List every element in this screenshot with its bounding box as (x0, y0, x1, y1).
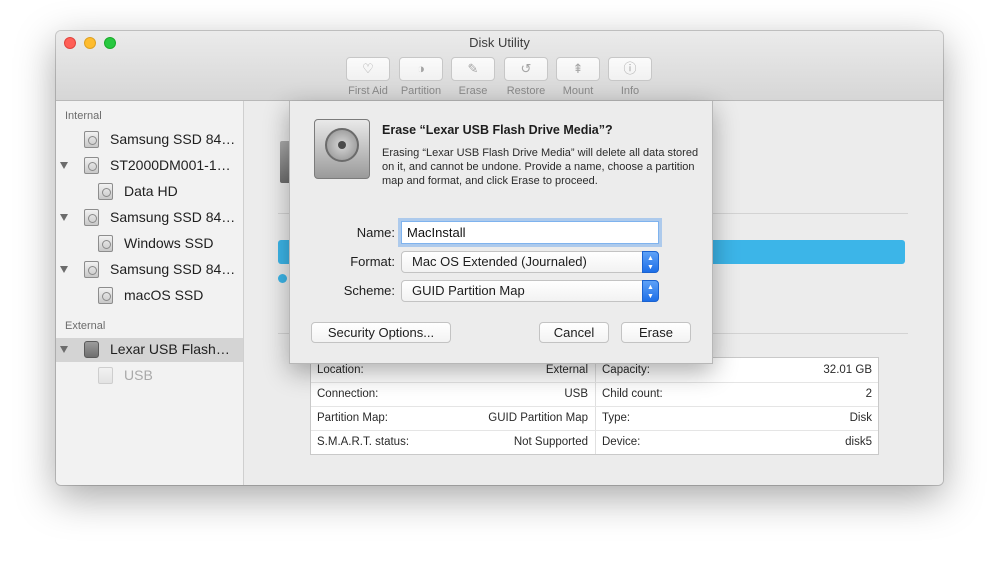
hard-drive-icon (84, 261, 99, 278)
info-value: USB (564, 388, 588, 400)
volume-icon (98, 367, 113, 384)
info-smart-status: S.M.A.R.T. status: Not Supported (311, 430, 594, 454)
info-partition-map: Partition Map: GUID Partition Map (311, 406, 594, 430)
security-options-button[interactable]: Security Options... (311, 322, 451, 343)
info-key: S.M.A.R.T. status: (317, 436, 410, 448)
info-value: 2 (865, 388, 872, 400)
hard-drive-icon (314, 119, 370, 179)
sidebar-item-usb-volume[interactable]: USB (56, 364, 243, 388)
volume-icon (98, 235, 113, 252)
sidebar-item-samsung-ssd-2[interactable]: Samsung SSD 84… (56, 206, 243, 230)
hard-drive-icon (84, 209, 99, 226)
mount-icon: ⇞ (556, 57, 600, 81)
sidebar-item-macos-ssd[interactable]: macOS SSD (56, 284, 243, 308)
partition-pie-icon: ◑ (399, 57, 443, 81)
sidebar-item-label: Windows SSD (124, 235, 214, 251)
sidebar-item-st2000dm001[interactable]: ST2000DM001-1… (56, 154, 243, 178)
capacity-legend-dot (278, 274, 287, 283)
erase-button[interactable]: Erase (621, 322, 691, 343)
sidebar-item-samsung-ssd-3[interactable]: Samsung SSD 84… (56, 258, 243, 282)
info-connection: Connection: USB (311, 382, 594, 406)
hard-drive-icon (84, 157, 99, 174)
stethoscope-icon: ♡ (346, 57, 390, 81)
hard-drive-icon (84, 131, 99, 148)
drive-spindle (338, 141, 346, 149)
partition-button[interactable]: ◑ Partition (399, 57, 443, 97)
sidebar: Internal Samsung SSD 84… ST2000DM001-1… … (56, 101, 244, 485)
info-label: Info (620, 85, 640, 97)
sidebar-header-internal: Internal (65, 110, 102, 122)
info-button[interactable]: ⓘ Info (608, 57, 652, 97)
name-label: Name: (356, 225, 395, 240)
info-value: disk5 (845, 436, 872, 448)
volume-icon (98, 183, 113, 200)
dialog-title: Erase “Lexar USB Flash Drive Media”? (382, 123, 613, 137)
info-icon: ⓘ (608, 57, 652, 81)
disclosure-triangle-icon[interactable] (60, 162, 68, 169)
scheme-select-value: GUID Partition Map (412, 283, 525, 298)
info-key: Partition Map: (317, 412, 388, 424)
sidebar-item-label: Lexar USB Flash… (110, 341, 230, 357)
format-select-value: Mac OS Extended (Journaled) (412, 254, 587, 269)
name-input[interactable]: MacInstall (401, 221, 659, 244)
popup-arrows-icon: ▲ ▼ (642, 280, 659, 302)
sidebar-item-label: ST2000DM001-1… (110, 157, 231, 173)
sidebar-header-external: External (65, 320, 106, 332)
sidebar-item-label: Samsung SSD 84… (110, 261, 236, 277)
info-key: Child count: (602, 388, 663, 400)
sidebar-item-windows-ssd[interactable]: Windows SSD (56, 232, 243, 256)
window-title: Disk Utility (469, 35, 530, 50)
sidebar-item-label: USB (124, 367, 153, 383)
info-key: Type: (602, 412, 631, 424)
sidebar-item-lexar-usb[interactable]: Lexar USB Flash… (56, 338, 243, 362)
format-select[interactable]: Mac OS Extended (Journaled) ▲ ▼ (401, 251, 659, 273)
first-aid-button[interactable]: ♡ First Aid (346, 57, 390, 97)
eraser-icon: ✎ (451, 57, 495, 81)
info-value: 32.01 GB (823, 364, 872, 376)
disclosure-triangle-icon[interactable] (60, 346, 68, 353)
format-label: Format: (350, 254, 395, 269)
title-bar: Disk Utility ♡ First Aid ◑ Partition ✎ E… (56, 31, 943, 101)
restore-icon: ↺ (504, 57, 548, 81)
sidebar-item-label: Data HD (124, 183, 178, 199)
info-key: Connection: (317, 388, 379, 400)
sidebar-item-label: Samsung SSD 84… (110, 209, 236, 225)
sidebar-item-label: macOS SSD (124, 287, 204, 303)
scheme-label: Scheme: (343, 283, 395, 298)
popup-arrows-icon: ▲ ▼ (642, 251, 659, 273)
dialog-message: Erasing “Lexar USB Flash Drive Media” wi… (382, 147, 699, 188)
erase-dialog: Erase “Lexar USB Flash Drive Media”? Era… (289, 101, 713, 364)
volume-icon (98, 287, 113, 304)
mount-button[interactable]: ⇞ Mount (556, 57, 600, 97)
erase-toolbar-button[interactable]: ✎ Erase (451, 57, 495, 97)
sidebar-item-samsung-ssd-1[interactable]: Samsung SSD 84… (56, 128, 243, 152)
scheme-select[interactable]: GUID Partition Map ▲ ▼ (401, 280, 659, 302)
info-child-count: Child count: 2 (596, 382, 878, 406)
disclosure-triangle-icon[interactable] (60, 214, 68, 221)
sidebar-item-data-hd[interactable]: Data HD (56, 180, 243, 204)
info-value: Disk (849, 412, 872, 424)
sidebar-item-label: Samsung SSD 84… (110, 131, 236, 147)
info-device: Device: disk5 (596, 430, 878, 454)
restore-button[interactable]: ↺ Restore (504, 57, 548, 97)
disclosure-triangle-icon[interactable] (60, 266, 68, 273)
drive-info-table: Location: External Capacity: 32.01 GB Co… (310, 357, 879, 455)
info-value: GUID Partition Map (488, 412, 588, 424)
info-key: Device: (602, 436, 641, 448)
info-type: Type: Disk (596, 406, 878, 430)
usb-drive-icon (84, 341, 99, 358)
info-value: Not Supported (513, 436, 588, 448)
cancel-button[interactable]: Cancel (539, 322, 609, 343)
